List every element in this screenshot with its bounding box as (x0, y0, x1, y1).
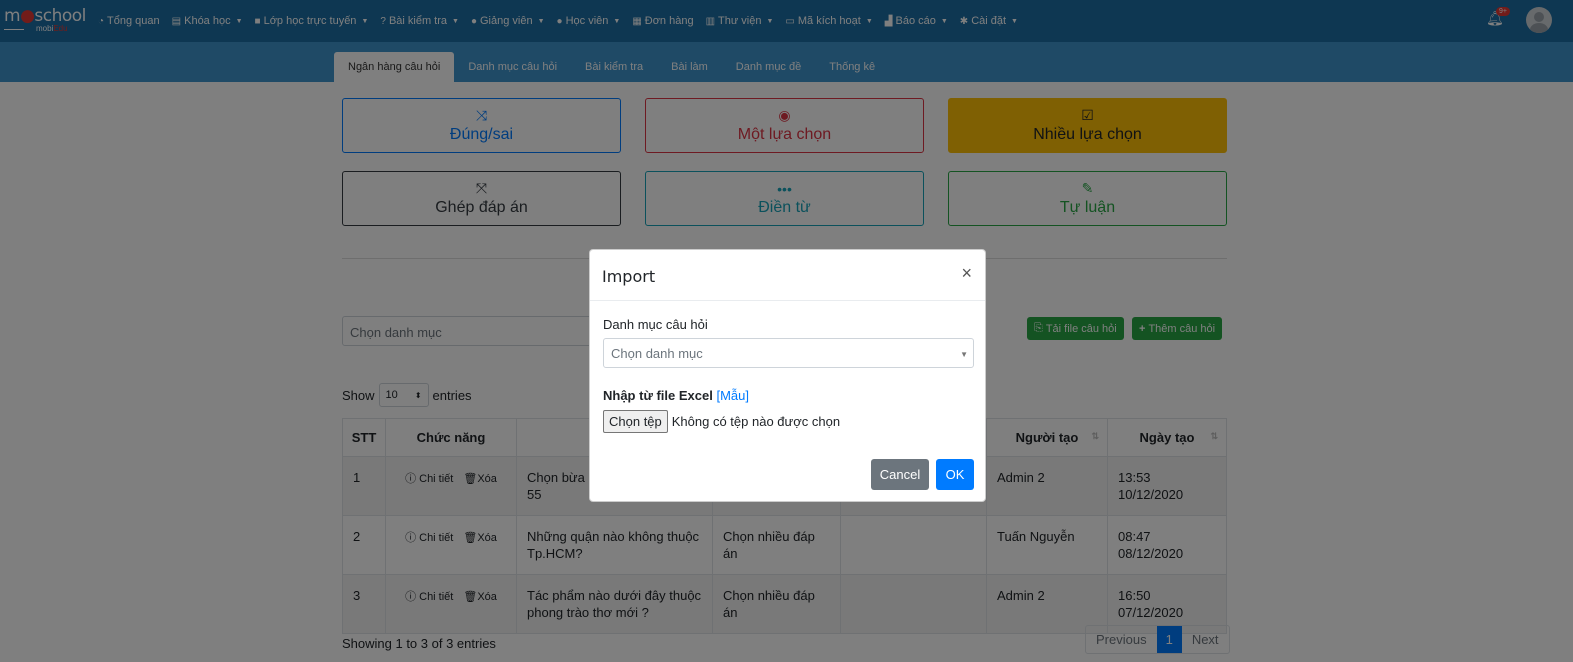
excel-import-label: Nhập từ file Excel [Mẫu] (603, 388, 750, 403)
category-select[interactable]: Chọn danh mục ▼ (603, 338, 974, 368)
category-label: Danh mục câu hỏi (603, 317, 708, 332)
close-icon[interactable]: × (961, 263, 972, 284)
cancel-button[interactable]: Cancel (871, 459, 929, 490)
ok-button[interactable]: OK (936, 459, 974, 490)
choose-file-button[interactable]: Chọn tệp (603, 410, 668, 433)
file-input: Chọn tệp Không có tệp nào được chọn (603, 410, 840, 433)
modal-header: Import × (590, 250, 985, 301)
template-link[interactable]: Mẫu (720, 388, 745, 403)
file-status: Không có tệp nào được chọn (671, 414, 841, 429)
import-modal: Import × Danh mục câu hỏi Chọn danh mục … (589, 249, 986, 502)
modal-title: Import (602, 267, 656, 286)
chevron-down-icon: ▼ (960, 350, 968, 359)
